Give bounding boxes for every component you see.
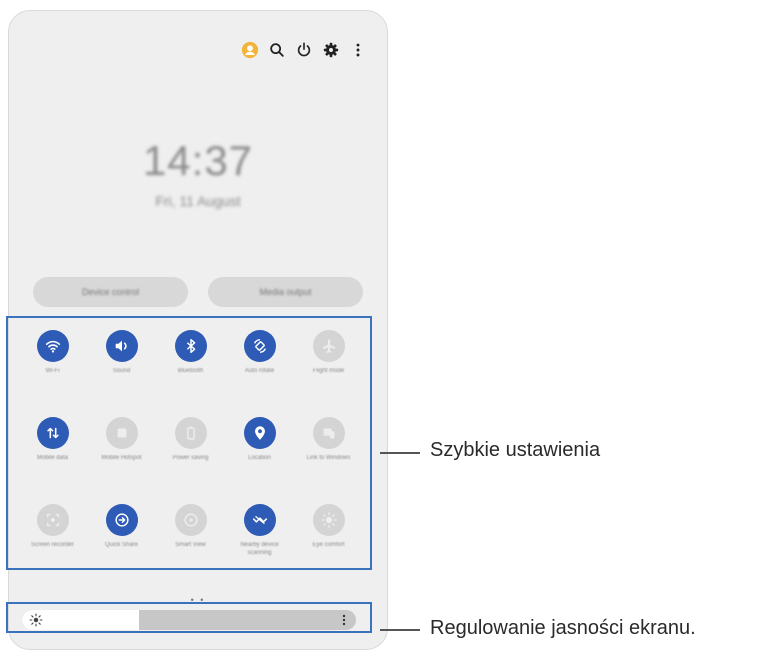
- quick-setting-tile[interactable]: Nearby device scanning: [225, 504, 294, 574]
- smart-view-icon: [174, 504, 207, 536]
- quick-setting-label: Quick Share: [104, 542, 138, 548]
- quick-setting-label: Auto rotate: [244, 368, 275, 374]
- quick-setting-tile[interactable]: Power saving: [156, 417, 225, 487]
- search-icon[interactable]: [268, 41, 286, 59]
- device-control-label: Device control: [81, 287, 140, 297]
- quick-setting-label: Sound: [112, 368, 131, 374]
- quick-setting-tile[interactable]: Link to Windows: [294, 417, 363, 487]
- quick-setting-tile[interactable]: Quick Share: [87, 504, 156, 574]
- power-icon[interactable]: [295, 41, 313, 59]
- screen-recorder-icon: [36, 504, 69, 536]
- more-vertical-icon[interactable]: [349, 41, 367, 59]
- quick-setting-label: Mobile data: [36, 455, 69, 461]
- quick-setting-tile[interactable]: Wi-Fi: [18, 330, 87, 400]
- avatar-icon[interactable]: [241, 41, 259, 59]
- quick-setting-tile[interactable]: Mobile data: [18, 417, 87, 487]
- nearby-scan-icon: [243, 504, 276, 536]
- quick-setting-label: Nearby device scanning: [240, 542, 279, 556]
- quick-setting-tile[interactable]: Smart View: [156, 504, 225, 574]
- quick-setting-tile[interactable]: Auto rotate: [225, 330, 294, 400]
- callout-line-quick-settings: [380, 452, 420, 454]
- quick-setting-tile[interactable]: Eye comfort: [294, 504, 363, 574]
- clock-time: 14:37: [142, 137, 254, 184]
- device-control-button[interactable]: Device control: [33, 277, 188, 307]
- brightness-more-icon[interactable]: [342, 613, 346, 627]
- wifi-icon: [36, 330, 69, 362]
- gear-icon[interactable]: [322, 41, 340, 59]
- quick-setting-label: Eye comfort: [312, 542, 345, 548]
- brightness-slider[interactable]: [22, 610, 356, 630]
- quick-setting-label: Smart View: [175, 542, 206, 548]
- hotspot-icon: [105, 417, 138, 449]
- quick-setting-label: Bluetooth: [177, 368, 204, 374]
- eye-comfort-icon: [312, 504, 345, 536]
- callout-line-brightness: [380, 629, 420, 631]
- media-output-button[interactable]: Media output: [208, 277, 363, 307]
- quick-setting-label: Location: [248, 455, 271, 461]
- sound-icon: [105, 330, 138, 362]
- clock-date: Fri, 11 August: [155, 193, 241, 209]
- quick-setting-tile[interactable]: Screen recorder: [18, 504, 87, 574]
- link-windows-icon: [312, 417, 345, 449]
- quick-setting-tile[interactable]: Mobile Hotspot: [87, 417, 156, 487]
- bluetooth-icon: [174, 330, 207, 362]
- quick-setting-tile[interactable]: Flight mode: [294, 330, 363, 400]
- quick-setting-label: Link to Windows: [306, 455, 351, 461]
- callout-quick-settings: Szybkie ustawienia: [430, 439, 601, 461]
- auto-rotate-icon: [243, 330, 276, 362]
- quick-setting-label: Wi-Fi: [45, 368, 60, 374]
- quick-setting-tile[interactable]: Sound: [87, 330, 156, 400]
- quick-setting-label: Screen recorder: [30, 542, 75, 548]
- location-icon: [243, 417, 276, 449]
- airplane-icon: [312, 330, 345, 362]
- quick-setting-label: Flight mode: [312, 368, 345, 374]
- quick-setting-tile[interactable]: Bluetooth: [156, 330, 225, 400]
- callout-brightness: Regulowanie jasności ekranu.: [430, 617, 696, 639]
- quick-setting-label: Power saving: [172, 455, 209, 461]
- sun-icon: [29, 613, 43, 627]
- mobile-data-icon: [36, 417, 69, 449]
- media-output-label: Media output: [259, 287, 312, 297]
- panel-top-icons: [241, 41, 367, 59]
- quick-setting-label: Mobile Hotspot: [101, 455, 142, 461]
- battery-icon: [174, 417, 207, 449]
- quick-settings-grid: Wi-Fi Sound Bluetooth Auto rotate Flight mod…: [18, 330, 363, 574]
- quick-setting-tile[interactable]: Location: [225, 417, 294, 487]
- quick-share-icon: [105, 504, 138, 536]
